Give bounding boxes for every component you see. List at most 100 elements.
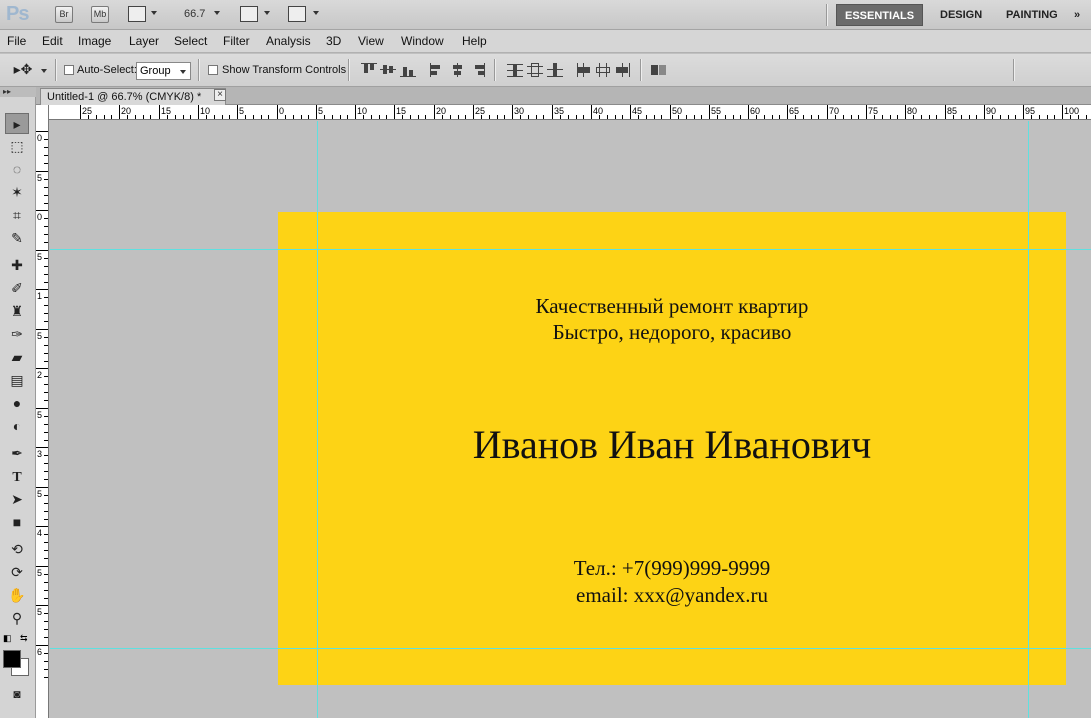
eyedropper-tool[interactable]: ✎	[5, 228, 29, 249]
mini-bridge-button[interactable]: Mb	[91, 6, 109, 23]
auto-select-dropdown[interactable]: Group	[136, 62, 191, 80]
ruler-major-tick	[434, 105, 435, 119]
transform-controls-checkbox[interactable]	[208, 65, 218, 75]
type-tool[interactable]: T	[5, 466, 29, 487]
distribute-top-icon[interactable]	[507, 63, 523, 77]
menu-select[interactable]: Select	[174, 34, 207, 48]
view-extras-icon[interactable]	[128, 6, 146, 22]
document-tab[interactable]: Untitled-1 @ 66.7% (CMYK/8) *	[40, 88, 227, 105]
history-brush-icon: ✑	[11, 326, 23, 342]
lasso-tool[interactable]: ◌	[5, 159, 29, 180]
distribute-hcenter-icon[interactable]	[596, 63, 612, 77]
align-bottom-icon[interactable]	[400, 63, 416, 77]
chevron-down-icon[interactable]	[41, 69, 47, 73]
workspace-painting[interactable]: PAINTING	[998, 4, 1066, 26]
screen-mode-icon[interactable]	[288, 6, 306, 22]
ruler-label: 5	[37, 331, 43, 341]
gradient-tool[interactable]: ▤	[5, 370, 29, 391]
path-select-tool[interactable]: ➤	[5, 489, 29, 510]
distribute-vcenter-icon[interactable]	[527, 63, 543, 77]
divider	[198, 59, 200, 81]
bridge-button[interactable]: Br	[55, 6, 73, 23]
3d-orbit-tool[interactable]: ⟳	[5, 562, 29, 583]
ruler-label: 40	[593, 106, 604, 116]
ruler-major-tick	[394, 105, 395, 119]
pen-tool[interactable]: ✒	[5, 443, 29, 464]
business-card[interactable]: Качественный ремонт квартир Быстро, недо…	[278, 212, 1066, 685]
swap-colors-icon[interactable]: ⇆	[20, 633, 28, 644]
ruler-minor-tick	[214, 115, 215, 119]
chevron-down-icon[interactable]	[151, 11, 157, 15]
align-top-icon[interactable]	[361, 63, 377, 77]
move-tool[interactable]: ▸	[5, 113, 29, 134]
auto-select-checkbox[interactable]	[64, 65, 74, 75]
zoom-tool[interactable]: ⚲	[5, 608, 29, 629]
guide-horizontal[interactable]	[50, 249, 1091, 250]
foreground-color-swatch[interactable]	[3, 650, 21, 668]
workspace-design[interactable]: DESIGN	[932, 4, 990, 26]
panel-collapse-icon[interactable]: ▸▸	[0, 87, 36, 97]
vertical-ruler[interactable]: 0 5 0 5 1 5 2 5 3 5 4 5 5 6	[36, 105, 49, 718]
ruler-minor-tick	[410, 115, 411, 119]
arrange-documents-icon[interactable]	[240, 6, 258, 22]
zoom-level[interactable]: 66.7	[184, 8, 205, 20]
ruler-minor-tick	[44, 392, 48, 393]
ruler-label: 3	[37, 449, 43, 459]
align-vcenter-icon[interactable]	[380, 63, 396, 77]
align-hcenter-icon[interactable]	[450, 63, 466, 77]
menu-file[interactable]: File	[7, 34, 26, 48]
distribute-bottom-icon[interactable]	[547, 63, 563, 77]
ruler-minor-tick	[1047, 115, 1048, 119]
eraser-tool[interactable]: ▰	[5, 347, 29, 368]
auto-align-layers-icon[interactable]	[651, 63, 667, 77]
hand-tool[interactable]: ✋	[5, 585, 29, 606]
menu-filter[interactable]: Filter	[223, 34, 250, 48]
chevron-down-icon[interactable]	[313, 11, 319, 15]
clone-stamp-tool[interactable]: ♜	[5, 301, 29, 322]
menu-window[interactable]: Window	[401, 34, 444, 48]
ruler-minor-tick	[615, 115, 616, 119]
brush-tool[interactable]: ✐	[5, 278, 29, 299]
quick-mask-button[interactable]: ◙	[5, 684, 29, 705]
ruler-minor-tick	[44, 195, 48, 196]
horizontal-ruler[interactable]: 25 20 15 10 5 0 5 10 15 20 25 30 35 40 45 50 55 60 65 70 75 8…	[49, 105, 1091, 120]
menu-layer[interactable]: Layer	[129, 34, 159, 48]
default-colors-icon[interactable]: ◧	[3, 633, 12, 644]
more-workspaces-icon[interactable]: »	[1074, 4, 1080, 26]
shape-tool[interactable]: ■	[5, 512, 29, 533]
align-right-icon[interactable]	[470, 63, 486, 77]
close-icon[interactable]: ×	[214, 89, 226, 101]
blur-tool[interactable]: ●	[5, 393, 29, 414]
menu-image[interactable]: Image	[78, 34, 111, 48]
chevron-down-icon[interactable]	[214, 11, 220, 15]
healing-brush-tool[interactable]: ✚	[5, 255, 29, 276]
chevron-down-icon[interactable]	[264, 11, 270, 15]
align-left-icon[interactable]	[430, 63, 446, 77]
menu-3d[interactable]: 3D	[326, 34, 341, 48]
crop-tool[interactable]: ⌗	[5, 205, 29, 226]
menu-edit[interactable]: Edit	[42, 34, 63, 48]
ruler-minor-tick	[44, 574, 48, 575]
menu-view[interactable]: View	[358, 34, 384, 48]
distribute-right-icon[interactable]	[616, 63, 632, 77]
canvas-area[interactable]: Качественный ремонт квартир Быстро, недо…	[50, 121, 1091, 718]
guide-horizontal[interactable]	[50, 648, 1091, 649]
history-brush-tool[interactable]: ✑	[5, 324, 29, 345]
menu-analysis[interactable]: Analysis	[266, 34, 311, 48]
dodge-tool[interactable]: ◐	[5, 416, 29, 437]
ruler-label: 5	[318, 106, 324, 116]
guide-vertical[interactable]	[1028, 121, 1029, 718]
guide-vertical[interactable]	[317, 121, 318, 718]
eraser-icon: ▰	[11, 349, 23, 365]
move-tool-preset-icon[interactable]: ▸✥	[12, 59, 34, 80]
ruler-minor-tick	[1070, 115, 1071, 119]
workspace-essentials[interactable]: ESSENTIALS	[836, 4, 924, 26]
ruler-major-tick	[159, 105, 160, 119]
marquee-tool[interactable]: ⬚	[5, 136, 29, 157]
ruler-minor-tick	[308, 115, 309, 119]
quick-select-tool[interactable]: ✶	[5, 182, 29, 203]
distribute-left-icon[interactable]	[576, 63, 592, 77]
3d-rotate-tool[interactable]: ⟲	[5, 539, 29, 560]
ruler-minor-tick	[1054, 115, 1055, 119]
menu-help[interactable]: Help	[462, 34, 487, 48]
